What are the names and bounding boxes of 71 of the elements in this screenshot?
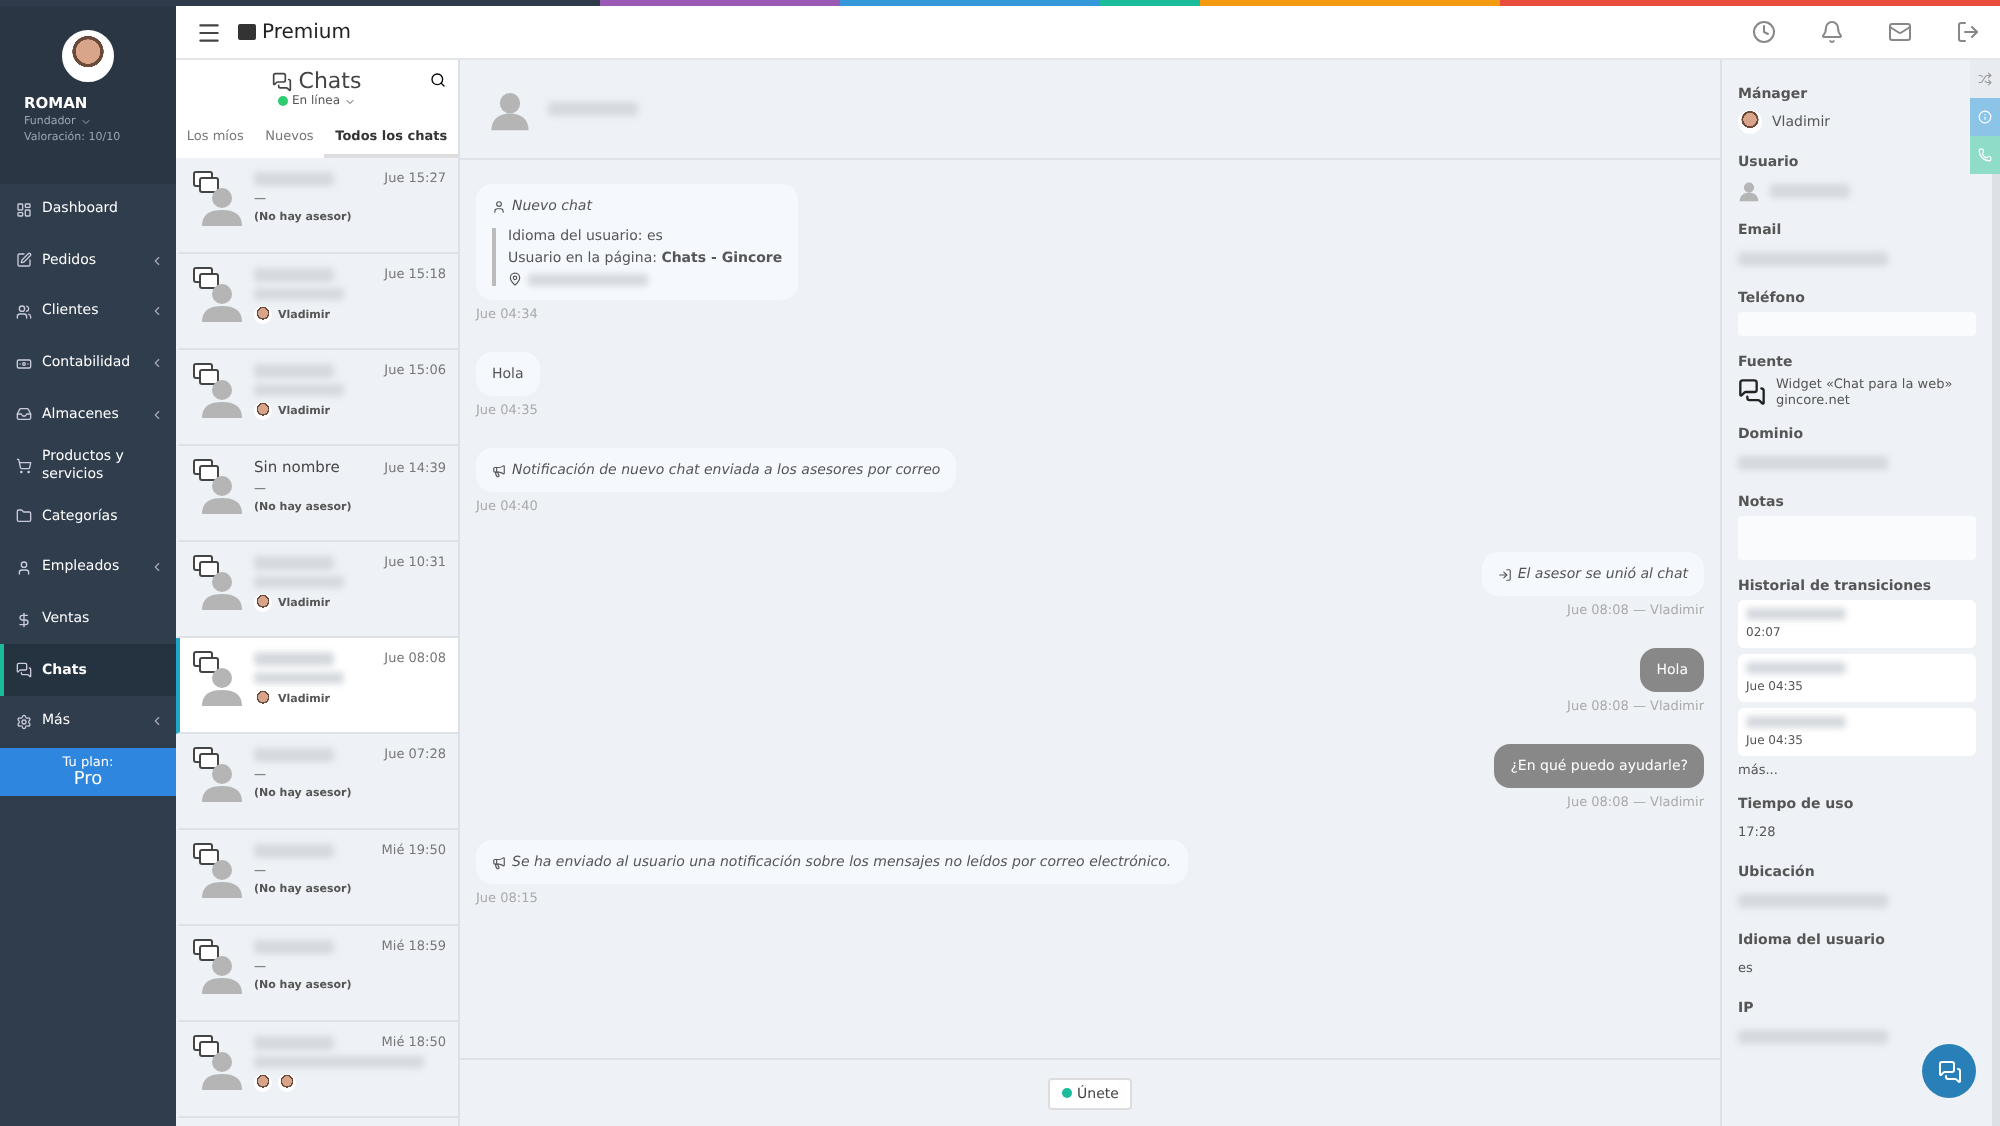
blurred-location <box>528 273 648 285</box>
edit-icon <box>16 252 32 269</box>
chat-icon <box>16 662 32 679</box>
bell-icon[interactable] <box>1820 20 1844 44</box>
chat-avatar-icon <box>192 170 244 226</box>
blurred-name <box>254 555 334 569</box>
inbox-icon <box>16 406 32 423</box>
users-icon <box>16 303 32 320</box>
blurred-preview <box>254 288 344 300</box>
blurred-name <box>254 267 334 281</box>
folder-icon <box>16 508 32 525</box>
advisor-avatar <box>254 402 272 420</box>
blurred-url <box>1746 608 1846 620</box>
location-pin-icon <box>508 272 522 286</box>
blurred-url <box>1746 716 1846 728</box>
blurred-url <box>1746 662 1846 674</box>
blurred-preview <box>254 576 344 588</box>
blurred-name <box>254 1035 334 1049</box>
logout-icon[interactable] <box>1956 20 1980 44</box>
cart-icon <box>16 457 32 474</box>
blurred-preview <box>254 384 344 396</box>
chat-icon <box>272 71 293 91</box>
chat-icon <box>1937 1059 1961 1083</box>
blurred-name <box>254 171 334 185</box>
clock-icon[interactable] <box>1752 20 1776 44</box>
logo-icon <box>238 24 256 40</box>
banknote-icon <box>16 355 32 372</box>
caret-icon[interactable] <box>79 116 92 128</box>
megaphone-icon <box>492 463 506 477</box>
blurred-name <box>254 651 334 665</box>
sign-in-icon <box>1497 567 1512 581</box>
blurred-name <box>254 363 334 377</box>
caret-icon[interactable] <box>344 95 356 107</box>
blurred-chat-name <box>548 102 638 116</box>
blurred-name <box>254 747 334 761</box>
chat-avatar-icon <box>192 1034 244 1090</box>
chat-avatar-icon <box>192 842 244 898</box>
chat-avatar-icon <box>192 554 244 610</box>
shuffle-icon[interactable] <box>1970 60 2000 98</box>
blurred-preview <box>254 672 344 684</box>
dashboard-icon <box>16 201 32 218</box>
blurred-name <box>254 843 334 857</box>
chats-title: Chats <box>298 68 362 94</box>
chat-avatar-icon <box>192 650 244 706</box>
chat-avatar-icon <box>192 746 244 802</box>
brand-name[interactable]: Premium <box>262 21 351 43</box>
person-icon <box>492 199 506 213</box>
chat-avatar-icon <box>192 266 244 322</box>
chat-avatar-icon <box>192 938 244 994</box>
mail-icon[interactable] <box>1888 20 1912 44</box>
plan-value: Pro <box>73 769 103 790</box>
user-avatar-icon <box>488 87 532 131</box>
online-dot <box>277 96 288 106</box>
advisor-avatar <box>254 306 272 324</box>
menu-icon[interactable] <box>196 19 222 45</box>
chat-avatar-icon <box>192 362 244 418</box>
megaphone-icon <box>492 855 506 869</box>
person-icon <box>16 559 32 576</box>
chat-icon <box>1738 378 1766 406</box>
settings-icon <box>16 713 32 730</box>
blurred-name <box>254 939 334 953</box>
advisor-avatar <box>254 690 272 708</box>
advisor-avatar <box>254 594 272 612</box>
chat-avatar-icon <box>192 458 244 514</box>
blurred-user <box>1770 183 1850 197</box>
dollar-icon <box>16 611 32 628</box>
profile-avatar[interactable] <box>62 30 114 82</box>
chat-button[interactable] <box>1922 1044 1976 1098</box>
manager-avatar <box>1738 110 1762 134</box>
search-icon[interactable] <box>430 72 446 88</box>
user-avatar-icon <box>1738 179 1760 201</box>
